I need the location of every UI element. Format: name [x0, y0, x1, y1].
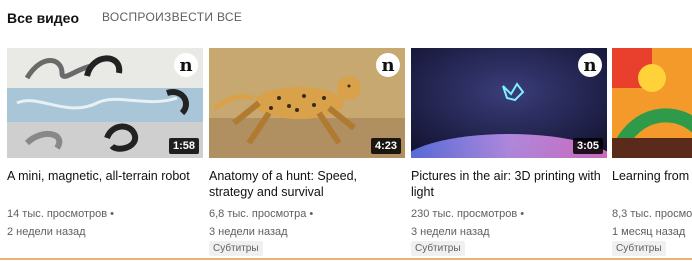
- video-shelf: n 1:58 A mini, magnetic, all-terrain rob…: [7, 48, 692, 258]
- video-duration: 1:58: [168, 138, 199, 154]
- video-age: 3 недели назад: [209, 226, 288, 238]
- ted-n-logo-icon[interactable]: n: [376, 53, 400, 77]
- video-thumbnail[interactable]: n 1:58: [7, 48, 203, 158]
- section-divider: [0, 258, 692, 260]
- play-all-button[interactable]: ВОСПРОИЗВЕСТИ ВСЕ: [102, 10, 242, 24]
- subtitles-badge: Субтитры: [612, 241, 666, 256]
- section-title: Все видео: [7, 10, 80, 26]
- video-card[interactable]: Learning from green with art 8,3 тыс. пр…: [612, 48, 692, 258]
- video-views: 6,8 тыс. просмотра •: [209, 208, 314, 220]
- section-header: Все видео: [7, 8, 79, 28]
- video-thumbnail[interactable]: n 4:23: [209, 48, 405, 158]
- video-card[interactable]: n 3:05 Pictures in the air: 3D printing …: [411, 48, 607, 258]
- subtitles-badge: Субтитры: [209, 241, 263, 256]
- subtitles-badge: Субтитры: [411, 241, 465, 256]
- video-duration: 3:05: [572, 138, 603, 154]
- video-title[interactable]: Learning from green with art: [612, 168, 692, 184]
- video-duration: 4:23: [370, 138, 401, 154]
- video-age: 2 недели назад: [7, 226, 86, 238]
- video-card[interactable]: n 1:58 A mini, magnetic, all-terrain rob…: [7, 48, 203, 258]
- video-card[interactable]: n 4:23 Anatomy of a hunt: Speed, strateg…: [209, 48, 405, 258]
- ted-n-logo-icon[interactable]: n: [174, 53, 198, 77]
- video-thumbnail[interactable]: n 3:05: [411, 48, 607, 158]
- video-thumbnail[interactable]: [612, 48, 692, 158]
- video-age: 1 месяц назад: [612, 226, 686, 238]
- video-views: 8,3 тыс. просмо: [612, 208, 692, 220]
- video-title[interactable]: A mini, magnetic, all-terrain robot: [7, 168, 197, 184]
- video-title[interactable]: Anatomy of a hunt: Speed, strategy and s…: [209, 168, 399, 200]
- video-title[interactable]: Pictures in the air: 3D printing with li…: [411, 168, 601, 200]
- video-views: 230 тыс. просмотров •: [411, 208, 525, 220]
- thumbnail-image-art: [612, 48, 692, 158]
- video-views: 14 тыс. просмотров •: [7, 208, 115, 220]
- video-age: 3 недели назад: [411, 226, 490, 238]
- ted-n-logo-icon[interactable]: n: [578, 53, 602, 77]
